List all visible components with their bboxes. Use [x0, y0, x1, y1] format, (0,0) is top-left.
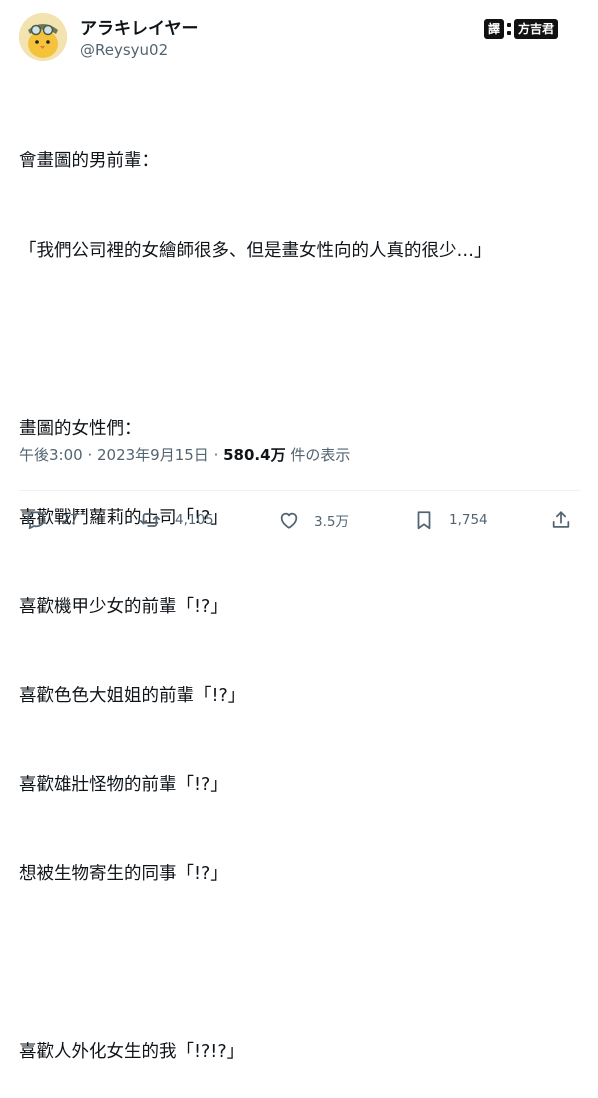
retweet-icon [139, 513, 161, 527]
views-label: 件の表示 [285, 446, 351, 464]
tweet-line: 想被生物寄生的同事「!?」 [19, 864, 228, 885]
tweet-date[interactable]: 2023年9月15日 [97, 446, 209, 464]
bookmark-icon [417, 511, 431, 530]
share-button[interactable] [550, 506, 572, 534]
like-count: 3.5万 [314, 514, 349, 530]
tweet-line: 喜歡色色大姐姐的前輩「!?」 [19, 685, 246, 706]
tweet-line: 喜歡人外化女生的我「!?!?」 [19, 1042, 245, 1063]
chick-avatar-icon [19, 13, 67, 61]
share-icon [552, 511, 570, 528]
translator-badge-right: 方吉君 [514, 19, 559, 39]
tweet-line: 喜歡雄壯怪物的前輩「!?」 [19, 775, 228, 796]
divider [19, 490, 580, 491]
tweet-line: 會畫圖的男前輩： [19, 151, 159, 172]
meta-separator: · [82, 446, 97, 464]
tweet-line [19, 326, 589, 356]
bookmark-count: 1,754 [449, 512, 488, 528]
translator-watermark: 譯 方吉君 [484, 17, 559, 41]
reply-count: 27 [61, 512, 79, 528]
retweet-count: 4,105 [175, 512, 214, 528]
tweet-meta: 午後3:00 · 2023年9月15日 · 580.4万 件の表示 [19, 444, 350, 465]
heart-icon [280, 512, 298, 529]
tweet-time[interactable]: 午後3:00 [19, 446, 83, 464]
like-button[interactable]: 3.5万 [278, 506, 349, 534]
tweet-text: 會畫圖的男前輩： 「我們公司裡的女繪師很多、但是畫女性向的人真的很少…」 畫圖的… [19, 88, 589, 1098]
user-handle[interactable]: @Reysyu02 [80, 41, 168, 59]
reply-button[interactable]: 27 [25, 506, 78, 534]
bookmark-button[interactable]: 1,754 [413, 506, 488, 534]
tweet-line: 畫圖的女性們： [19, 418, 142, 439]
avatar[interactable] [19, 13, 67, 61]
meta-separator: · [208, 446, 224, 464]
display-name[interactable]: アラキレイヤー [80, 14, 199, 39]
tweet-line [19, 949, 589, 979]
views-count: 580.4万 [223, 446, 286, 464]
translator-badge-separator [507, 22, 512, 36]
tweet-line: 「我們公司裡的女繪師很多、但是畫女性向的人真的很少…」 [19, 240, 492, 261]
tweet-card: アラキレイヤー @Reysyu02 譯 方吉君 會畫圖的男前輩： 「我們公司裡的… [0, 0, 598, 1062]
retweet-button[interactable]: 4,105 [139, 506, 214, 534]
reply-icon [26, 511, 46, 530]
translator-badge-left: 譯 [484, 19, 505, 39]
tweet-line: 喜歡機甲少女的前輩「!?」 [19, 596, 228, 617]
